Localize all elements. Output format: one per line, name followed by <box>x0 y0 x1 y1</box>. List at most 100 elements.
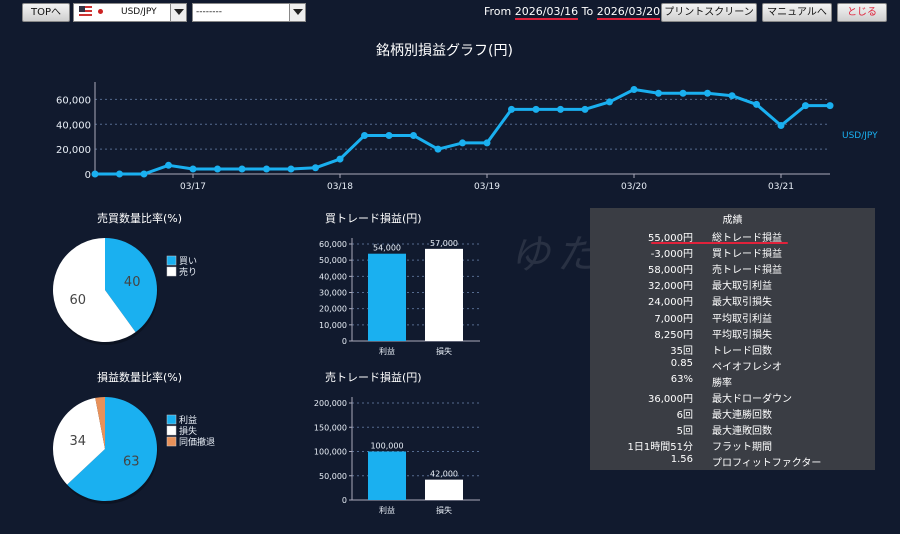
legend-label: 買い <box>179 256 197 267</box>
stat-row: 0.85 ペイオフレシオ <box>590 358 875 374</box>
stat-row: 1.56 プロフィットファクター <box>590 454 875 470</box>
to-date: 2026/03/20 <box>596 5 661 20</box>
data-point <box>312 164 319 172</box>
y-tick-label: 150,000 <box>314 423 347 432</box>
legend-swatch <box>166 255 177 266</box>
stat-value: 6回 <box>676 410 693 422</box>
legend-swatch <box>166 436 177 447</box>
data-point <box>410 131 417 139</box>
from-date: 2026/03/16 <box>514 5 579 20</box>
x-tick-label: 利益 <box>379 505 395 515</box>
y-tick-label: 100,000 <box>314 448 347 457</box>
legend-swatch <box>166 266 177 277</box>
stat-label: 最大ドローダウン <box>712 394 792 405</box>
stat-row: -3,000円 買トレード損益 <box>590 245 875 261</box>
pie-buysell-chart: 40 買い 60 売り <box>53 238 197 345</box>
to-label: To <box>581 5 594 18</box>
stat-value: 5回 <box>676 426 693 438</box>
legend-swatch <box>166 425 177 436</box>
stat-label: 買トレード損益 <box>712 249 782 261</box>
data-point <box>679 89 687 97</box>
bar <box>368 451 406 500</box>
data-point <box>263 165 270 173</box>
stat-value: 58,000円 <box>648 265 693 277</box>
data-point <box>214 165 221 173</box>
data-point <box>753 100 760 108</box>
data-point <box>802 102 809 110</box>
stats-panel: 成績 55,000円 総トレード損益 -3,000円 買トレード損益 58,000円 売ト… <box>590 208 875 470</box>
bar <box>425 479 463 500</box>
stat-value: 1日1時間51分 <box>627 442 693 454</box>
bar <box>425 248 463 341</box>
japan-flag-icon <box>94 6 107 17</box>
from-label: From <box>484 5 512 18</box>
pie-value-label: 34 <box>70 434 87 449</box>
stat-value: 24,000円 <box>648 297 693 309</box>
bar-value-label: 100,000 <box>370 442 403 451</box>
bar-buy-title: 買トレード損益(円) <box>325 212 422 225</box>
stat-label: 最大連勝回数 <box>712 410 772 422</box>
stat-label: トレード回数 <box>712 345 772 357</box>
stat-label: 最大取引損失 <box>712 297 772 309</box>
x-tick-label: 03/21 <box>768 182 794 192</box>
legend-label: 売り <box>179 266 197 278</box>
line-chart-title: 銘柄別損益グラフ(円) <box>376 43 513 59</box>
x-tick-label: 03/19 <box>474 182 500 192</box>
stat-label: 最大取引利益 <box>712 281 772 293</box>
y-tick-label: 0 <box>342 496 347 505</box>
stat-label: 平均取引利益 <box>712 313 772 325</box>
data-point <box>483 139 491 147</box>
stat-row: 32,000円 最大取引利益 <box>590 277 875 293</box>
pie-value-label: 40 <box>124 275 141 290</box>
data-point <box>459 139 466 147</box>
x-tick-label: 03/18 <box>327 182 353 192</box>
data-point <box>826 102 834 110</box>
data-point <box>238 165 246 173</box>
data-point <box>655 89 662 97</box>
legend-label: 同価撤退 <box>179 436 215 448</box>
stat-label: 最大連敗回数 <box>712 426 772 438</box>
data-point <box>140 170 148 178</box>
bar-value-label: 54,000 <box>373 244 401 253</box>
y-tick-label: 200,000 <box>314 399 347 408</box>
stat-value: -3,000円 <box>650 249 693 261</box>
close-button[interactable]: とじる <box>837 3 887 22</box>
x-tick-label: 損失 <box>436 346 452 356</box>
y-tick-label: 40,000 <box>319 272 347 281</box>
stat-label: 勝率 <box>712 377 732 389</box>
series-line-usdjpy <box>95 87 830 176</box>
legend-label: 利益 <box>179 414 197 426</box>
top-button[interactable]: TOPへ <box>22 3 70 22</box>
pie-pl-title: 損益数量比率(%) <box>97 371 183 384</box>
stat-row: 8,250円 平均取引損失 <box>590 326 875 342</box>
y-tick-label: 20,000 <box>319 305 347 314</box>
y-tick-label: 0 <box>342 337 347 346</box>
stat-row: 24,000円 最大取引損失 <box>590 293 875 309</box>
pie-value-label: 63 <box>123 454 140 469</box>
data-point <box>508 105 515 113</box>
stat-label: 売トレード損益 <box>712 265 782 277</box>
y-tick-label: 20,000 <box>56 145 91 156</box>
second-select[interactable]: -------- <box>192 3 306 22</box>
data-point <box>630 85 638 93</box>
bar-buy-chart: 0 10,000 20,000 30,000 40,000 50,000 60,000 54,… <box>319 238 480 356</box>
chevron-down-icon[interactable] <box>170 4 186 21</box>
stat-value: 36,000円 <box>648 394 693 405</box>
chevron-down-icon[interactable] <box>289 4 305 21</box>
bar-value-label: 42,000 <box>430 470 458 479</box>
legend-label: 損失 <box>179 425 197 437</box>
stat-value: 32,000円 <box>648 281 693 293</box>
stat-row: 5回 最大連敗回数 <box>590 422 875 438</box>
print-screen-button[interactable]: プリントスクリーン <box>661 3 757 22</box>
pair-select[interactable]: USD/JPY <box>73 3 187 22</box>
stat-value: 8,250円 <box>654 329 693 341</box>
y-tick-label: 50,000 <box>319 256 347 265</box>
stat-value: 0.85 <box>670 357 693 369</box>
manual-button[interactable]: マニュアルへ <box>762 3 832 22</box>
line-chart: 0 20,000 40,000 60,000 03/17 03/18 03/19 03/20 0… <box>56 82 878 192</box>
data-point <box>165 161 172 169</box>
y-tick-label: 60,000 <box>56 95 91 106</box>
us-flag-icon <box>79 6 92 17</box>
stat-row: 58,000円 売トレード損益 <box>590 261 875 277</box>
stat-label: フラット期間 <box>712 442 772 454</box>
